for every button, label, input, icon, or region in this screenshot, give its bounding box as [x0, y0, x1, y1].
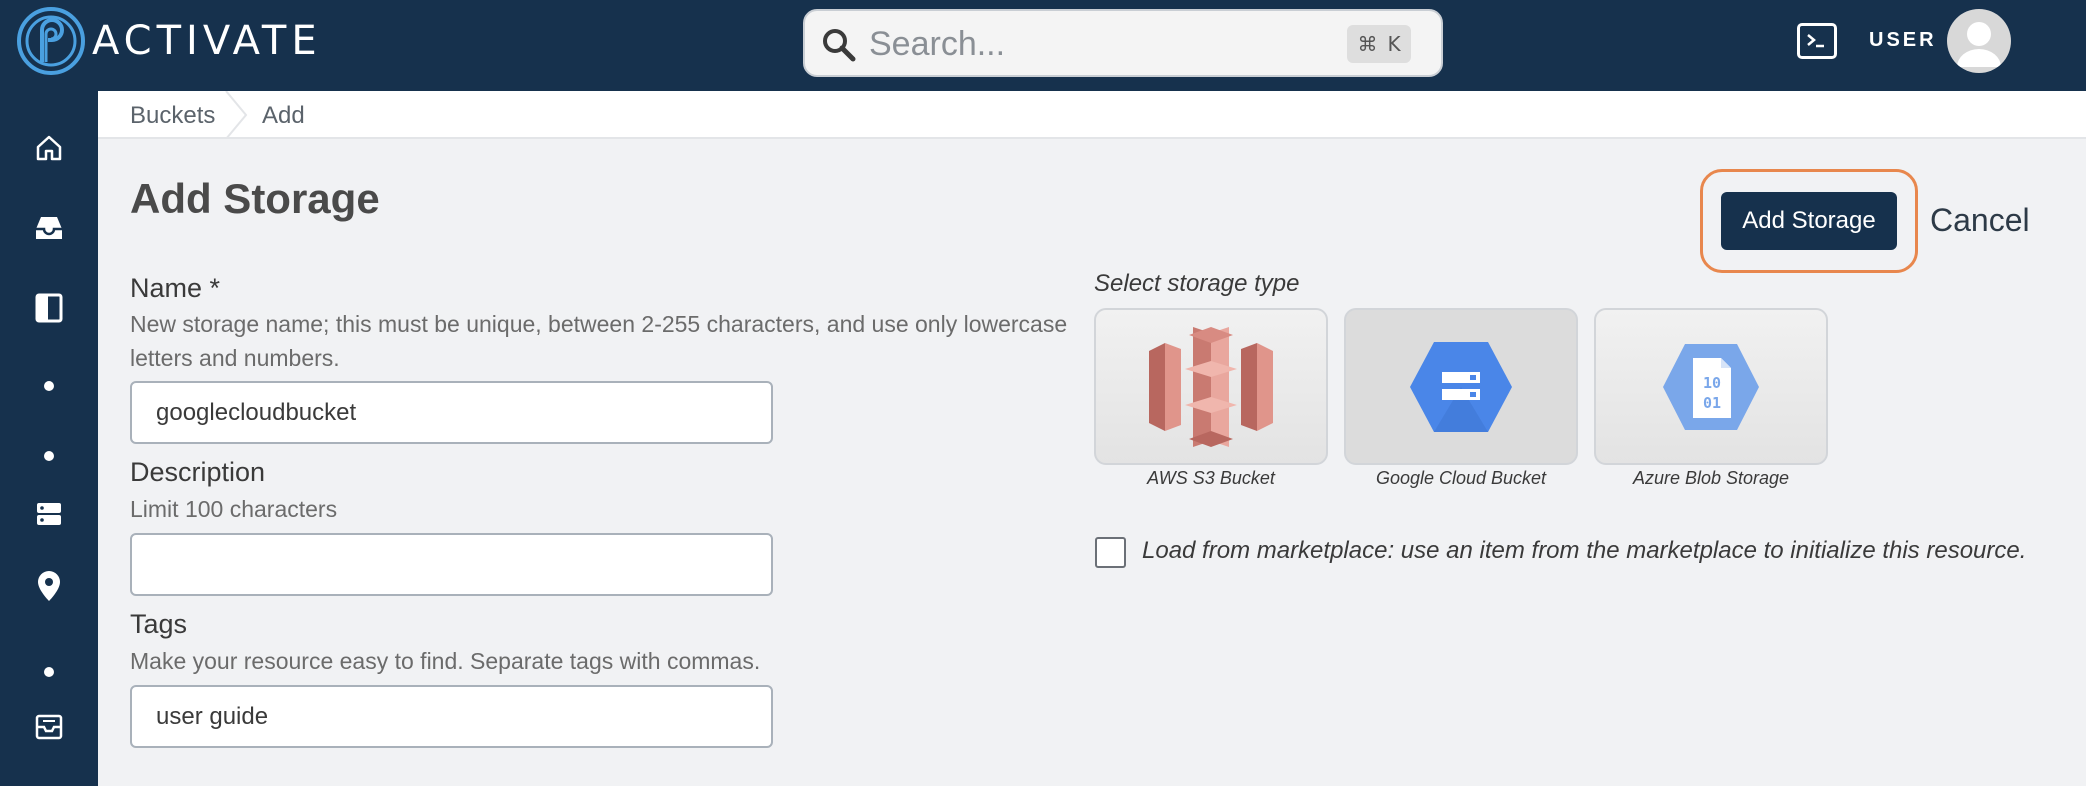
sidebar-item-archive[interactable] — [0, 713, 98, 741]
description-help: Limit 100 characters — [130, 496, 338, 522]
tags-label: Tags — [130, 609, 188, 639]
keyboard-shortcut-badge: ⌘ K — [1347, 25, 1411, 63]
sidebar-item-location[interactable] — [0, 569, 98, 603]
tags-help: Make your resource easy to find. Separat… — [130, 648, 761, 674]
sidebar-item-dot-3[interactable] — [0, 667, 98, 677]
marketplace-checkbox[interactable] — [1095, 537, 1126, 568]
dot-icon — [44, 667, 54, 677]
shortcut-key: K — [1387, 32, 1401, 56]
app-logo[interactable]: ACTIVATE — [16, 6, 322, 76]
description-field[interactable] — [130, 533, 773, 596]
storage-option-google-cloud[interactable] — [1344, 308, 1578, 465]
name-help: New storage name; this must be unique, b… — [130, 307, 1067, 375]
tags-field[interactable]: user guide — [130, 685, 773, 748]
storage-type-label: Select storage type — [1094, 270, 1300, 297]
azure-blob-icon: 10 01 — [1663, 343, 1759, 430]
search-input[interactable]: Search... — [869, 25, 1005, 64]
breadcrumb: Buckets Add — [98, 91, 2086, 139]
sidebar-item-home[interactable] — [0, 133, 98, 163]
cancel-button[interactable]: Cancel — [1930, 202, 2030, 239]
sidebar-item-dot-2[interactable] — [0, 451, 98, 461]
sidebar — [0, 91, 98, 786]
search-icon — [823, 29, 856, 62]
sidebar-item-storage[interactable] — [0, 501, 98, 527]
storage-option-azure-blob[interactable]: 10 01 — [1594, 308, 1828, 465]
name-label: Name * — [130, 273, 221, 303]
storage-option-aws-s3[interactable] — [1094, 308, 1328, 465]
google-cloud-storage-icon — [1410, 341, 1512, 432]
add-storage-button[interactable]: Add Storage — [1721, 192, 1897, 250]
storage-icon — [37, 503, 61, 525]
sidebar-item-panel[interactable] — [0, 293, 98, 323]
svg-text:10: 10 — [1703, 374, 1721, 392]
inbox-icon — [36, 217, 62, 239]
page-title: Add Storage — [130, 175, 380, 222]
storage-option-aws-s3-label: AWS S3 Bucket — [1147, 468, 1275, 488]
name-help-line-2: letters and numbers. — [130, 345, 340, 371]
terminal-icon[interactable] — [1797, 23, 1837, 59]
marketplace-checkbox-label[interactable]: Load from marketplace: use an item from … — [1142, 537, 2026, 565]
name-field[interactable]: googlecloudbucket — [130, 381, 773, 444]
description-label: Description — [130, 457, 266, 487]
breadcrumb-item-add: Add — [262, 102, 305, 129]
user-label[interactable]: USER — [1869, 29, 1937, 52]
home-icon — [36, 135, 62, 161]
search-bar[interactable]: Search... ⌘ K — [803, 9, 1443, 77]
name-help-line-1: New storage name; this must be unique, b… — [130, 311, 1068, 337]
avatar[interactable] — [1947, 9, 2011, 73]
storage-option-azure-blob-label: Azure Blob Storage — [1632, 468, 1790, 488]
sidebar-item-dot-1[interactable] — [0, 381, 98, 391]
activate-logo-icon — [17, 7, 85, 75]
aws-s3-icon — [1149, 326, 1273, 447]
panel-icon — [35, 293, 63, 323]
command-key-icon: ⌘ — [1357, 32, 1378, 56]
sidebar-item-inbox[interactable] — [0, 213, 98, 243]
top-bar: ACTIVATE Search... ⌘ K USER — [0, 0, 2086, 91]
app-name: ACTIVATE — [92, 18, 322, 64]
breadcrumb-separator-icon — [225, 91, 248, 139]
svg-text:01: 01 — [1703, 394, 1721, 412]
archive-icon — [35, 714, 63, 740]
location-pin-icon — [38, 571, 60, 601]
storage-option-google-cloud-label: Google Cloud Bucket — [1375, 468, 1547, 488]
dot-icon — [44, 451, 54, 461]
dot-icon — [44, 381, 54, 391]
breadcrumb-item-buckets[interactable]: Buckets — [130, 102, 215, 130]
